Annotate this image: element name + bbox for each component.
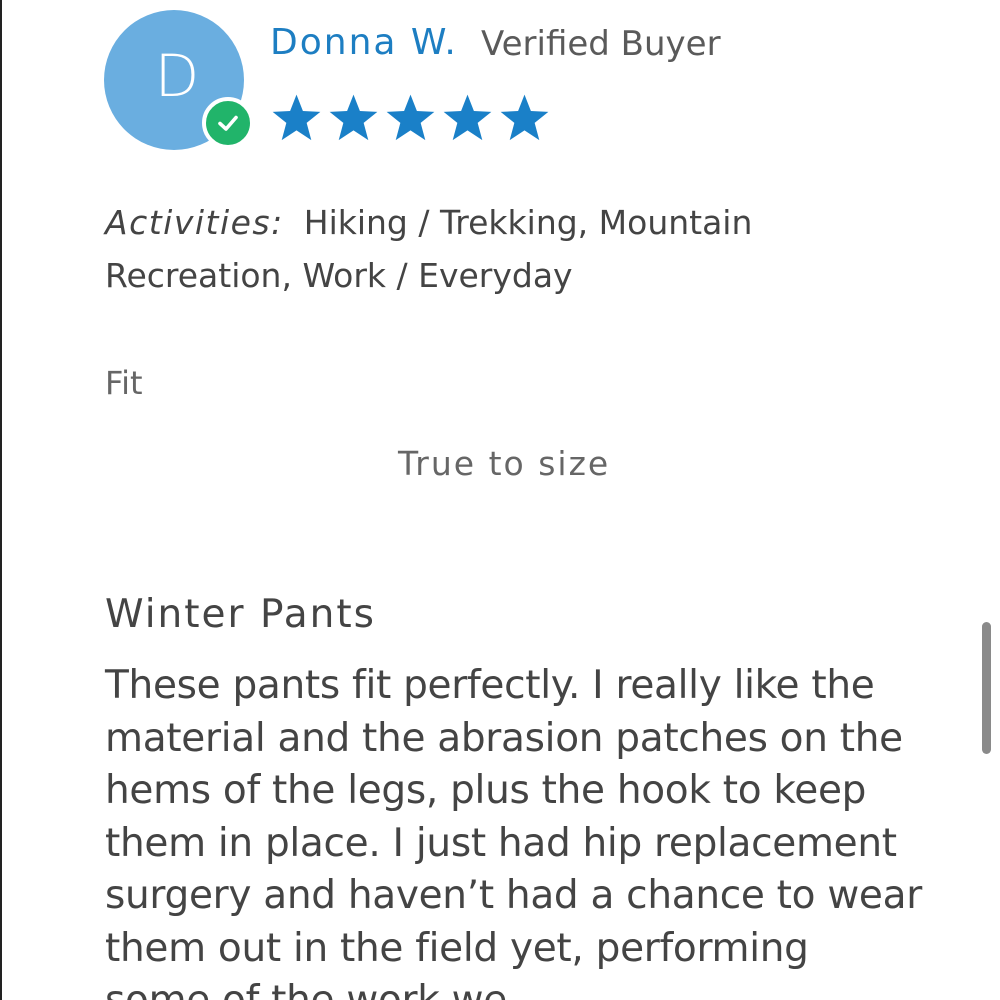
star-icon bbox=[498, 92, 551, 145]
activities-section: Activities: Hiking / Trekking, Mountain R… bbox=[105, 196, 945, 302]
review-card: D Donna W. Verified Buyer Activities: Hik… bbox=[0, 0, 1000, 1000]
page-left-border bbox=[0, 0, 2, 1000]
activities-label: Activities: bbox=[105, 203, 284, 242]
star-icon bbox=[384, 92, 437, 145]
fit-value: True to size bbox=[398, 444, 611, 483]
review-body: These pants fit perfectly. I really like… bbox=[105, 663, 922, 1000]
fit-label: Fit bbox=[105, 364, 143, 402]
reviewer-name[interactable]: Donna W. bbox=[270, 22, 458, 63]
star-rating bbox=[270, 92, 555, 147]
check-circle-icon bbox=[202, 97, 254, 149]
scrollbar[interactable] bbox=[982, 622, 991, 754]
star-icon bbox=[327, 92, 380, 145]
verified-buyer-label: Verified Buyer bbox=[481, 24, 721, 64]
star-icon bbox=[270, 92, 323, 145]
star-icon bbox=[441, 92, 494, 145]
review-title: Winter Pants bbox=[105, 592, 376, 637]
